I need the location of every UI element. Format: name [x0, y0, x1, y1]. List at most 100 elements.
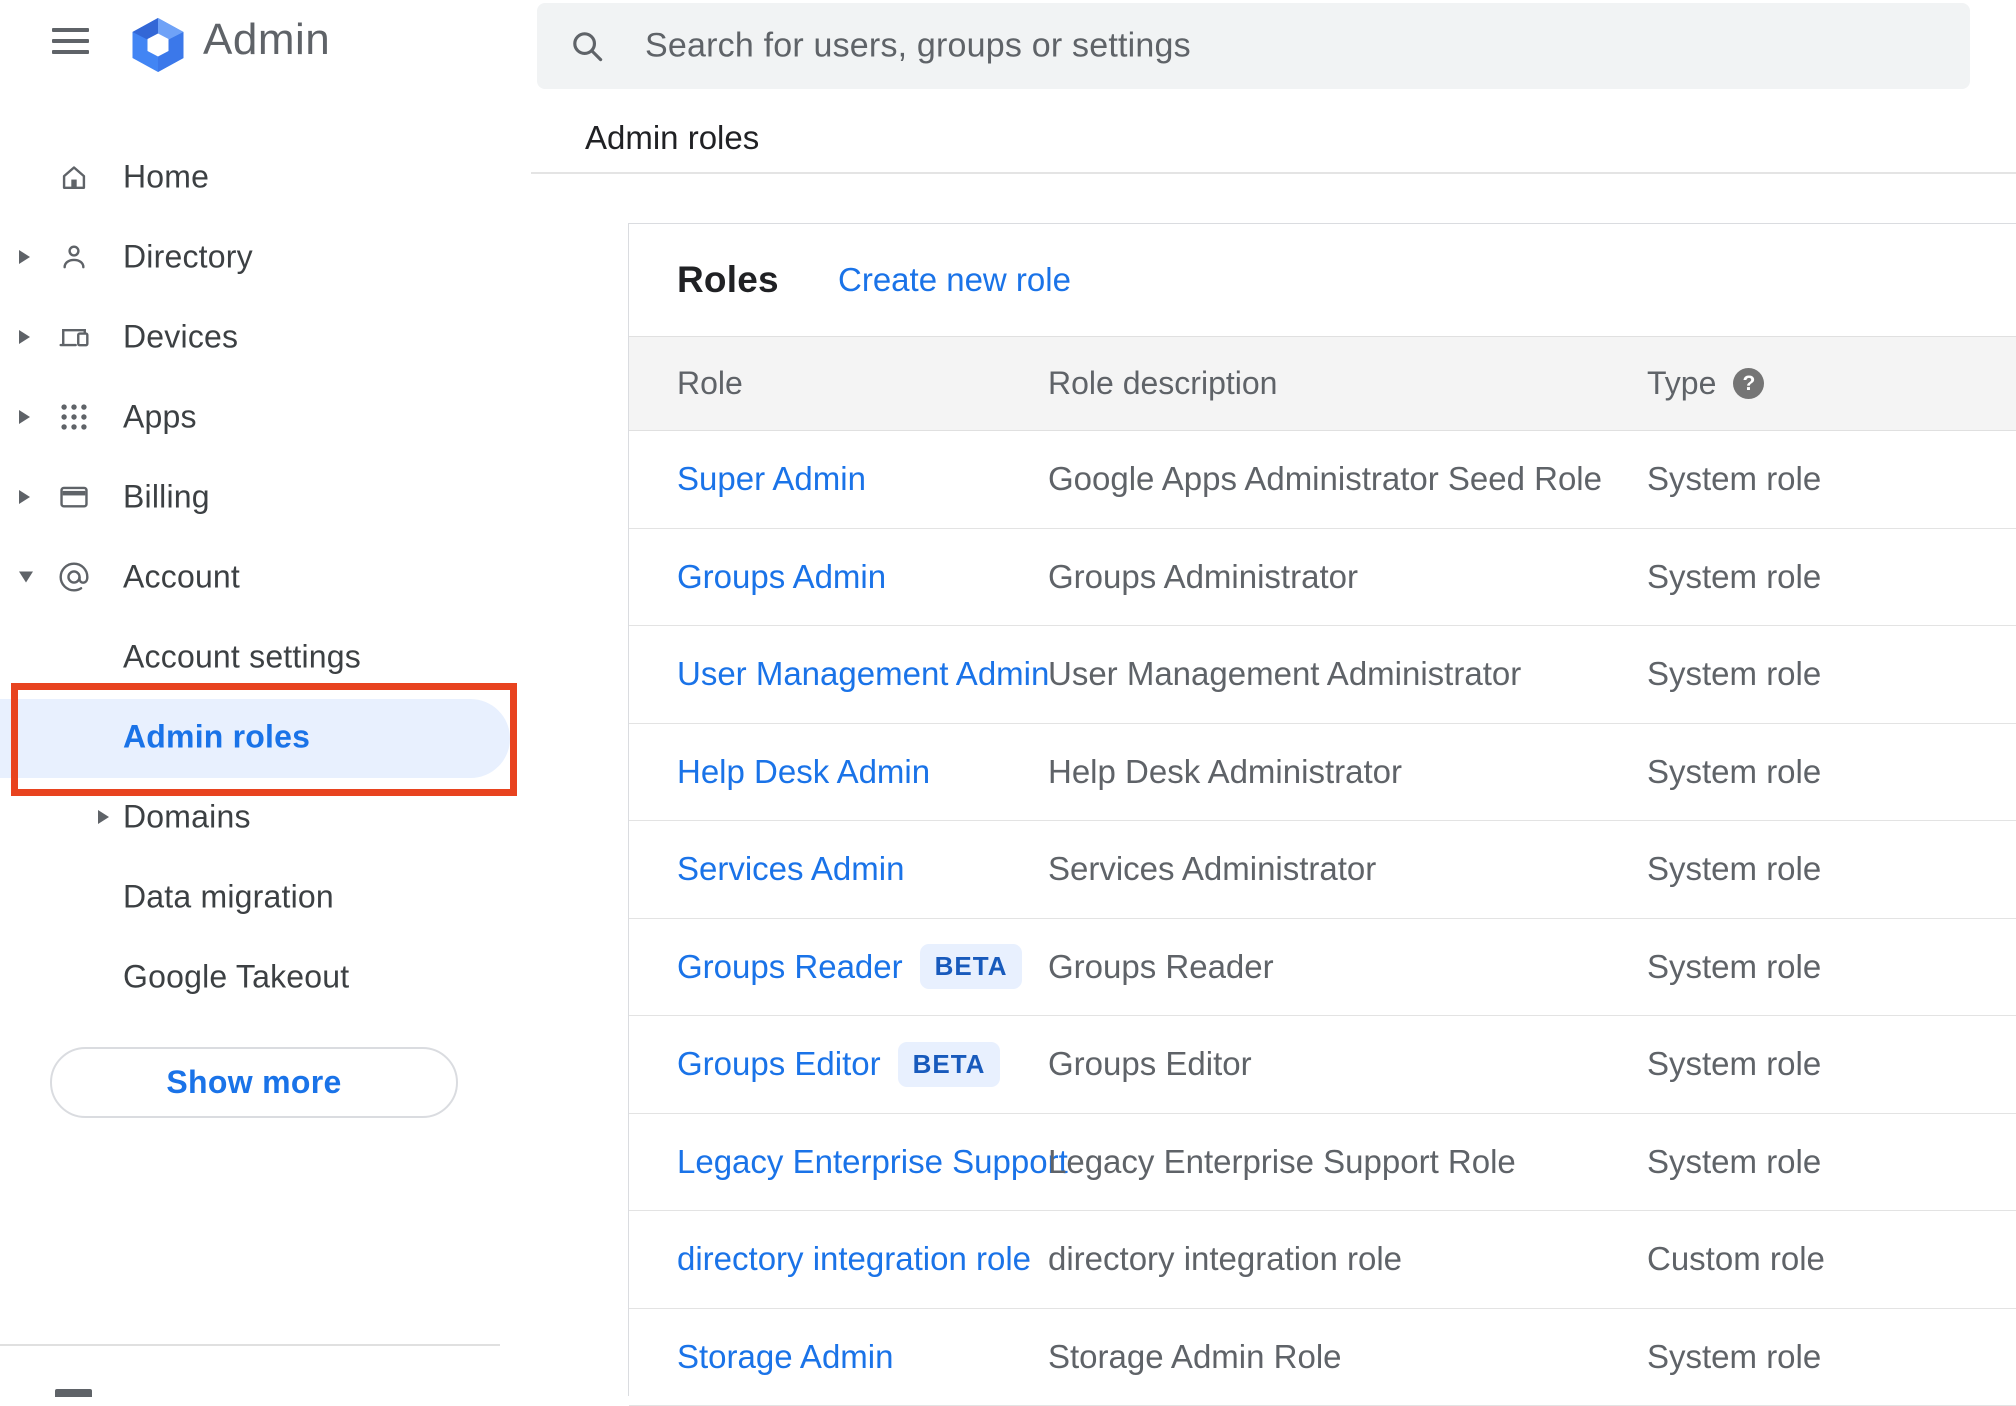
role-link[interactable]: directory integration role	[677, 1240, 1031, 1278]
table-header: Role Role description Type ?	[629, 336, 2016, 431]
menu-icon[interactable]	[52, 28, 89, 54]
sidebar-item-label: Devices	[123, 319, 238, 356]
table-row: directory integration role directory int…	[629, 1211, 2016, 1309]
content-divider	[531, 172, 2016, 174]
sidebar-subitem-label: Domains	[123, 799, 251, 836]
show-more-button[interactable]: Show more	[50, 1047, 458, 1118]
table-row: Groups Admin Groups Administrator System…	[629, 529, 2016, 627]
role-link[interactable]: Services Admin	[677, 850, 904, 888]
role-type: System role	[1647, 724, 1821, 821]
role-description: User Management Administrator	[1048, 626, 1521, 723]
role-description: Legacy Enterprise Support Role	[1048, 1114, 1516, 1211]
sidebar-subitem-label: Data migration	[123, 879, 334, 916]
role-description: Google Apps Administrator Seed Role	[1048, 431, 1602, 528]
role-link[interactable]: Help Desk Admin	[677, 753, 930, 791]
expand-arrow-icon	[19, 490, 30, 504]
role-type: Custom role	[1647, 1211, 1825, 1308]
sidebar-item-label: Account	[123, 559, 240, 596]
role-type: System role	[1647, 919, 1821, 1016]
expand-arrow-icon	[19, 250, 30, 264]
help-icon[interactable]: ?	[1733, 368, 1764, 399]
column-header-type-label: Type	[1647, 365, 1716, 402]
role-link[interactable]: Groups Reader	[677, 948, 903, 986]
at-icon	[57, 560, 91, 594]
sidebar-item-label: Apps	[123, 399, 197, 436]
role-type: System role	[1647, 1016, 1821, 1113]
table-row: Super Admin Google Apps Administrator Se…	[629, 431, 2016, 529]
role-link[interactable]: Super Admin	[677, 460, 866, 498]
role-type: System role	[1647, 1309, 1821, 1406]
devices-icon	[57, 320, 91, 354]
collapse-arrow-icon	[19, 572, 33, 583]
role-link[interactable]: User Management Admin	[677, 655, 1049, 693]
table-row: Services Admin Services Administrator Sy…	[629, 821, 2016, 919]
create-new-role-link[interactable]: Create new role	[838, 261, 1071, 299]
sidebar-item-label: Home	[123, 159, 209, 196]
table-row: User Management Admin User Management Ad…	[629, 626, 2016, 724]
apps-icon	[57, 400, 91, 434]
sidebar-subitem-data-migration[interactable]: Data migration	[0, 857, 531, 937]
sidebar-subitem-admin-roles[interactable]: Admin roles	[0, 697, 531, 777]
card-icon	[57, 480, 91, 514]
sidebar-item-billing[interactable]: Billing	[0, 457, 531, 537]
home-icon	[57, 160, 91, 194]
roles-card: Roles Create new role Role Role descript…	[628, 223, 2016, 1396]
expand-arrow-icon	[98, 810, 109, 824]
card-title: Roles	[677, 259, 779, 301]
column-header-type: Type ?	[1647, 337, 1764, 430]
search-placeholder: Search for users, groups or settings	[645, 27, 1191, 66]
content: Search for users, groups or settings Adm…	[531, 0, 2016, 1396]
role-link[interactable]: Groups Admin	[677, 558, 886, 596]
role-description: directory integration role	[1048, 1211, 1402, 1308]
table-row: Storage Admin Storage Admin Role System …	[629, 1309, 2016, 1406]
expand-arrow-icon	[19, 330, 30, 344]
table-row: Groups Editor BETA Groups Editor System …	[629, 1016, 2016, 1114]
role-type: System role	[1647, 821, 1821, 918]
role-description: Groups Editor	[1048, 1016, 1252, 1113]
role-type: System role	[1647, 529, 1821, 626]
sidebar: Admin Home Directory Devices Apps Billin…	[0, 0, 531, 1396]
sidebar-item-directory[interactable]: Directory	[0, 217, 531, 297]
sidebar-header: Admin	[0, 0, 531, 95]
expand-arrow-icon	[19, 410, 30, 424]
sidebar-subitem-account-settings[interactable]: Account settings	[0, 617, 531, 697]
sidebar-divider	[0, 1344, 500, 1346]
sidebar-subitem-label: Admin roles	[123, 719, 310, 756]
table-row: Help Desk Admin Help Desk Administrator …	[629, 724, 2016, 822]
sidebar-item-account[interactable]: Account	[0, 537, 531, 617]
role-type: System role	[1647, 1114, 1821, 1211]
search-icon	[568, 27, 606, 65]
role-type: System role	[1647, 626, 1821, 723]
sidebar-subitem-label: Google Takeout	[123, 959, 349, 996]
role-description: Storage Admin Role	[1048, 1309, 1342, 1406]
sidebar-item-label: Directory	[123, 239, 253, 276]
role-link[interactable]: Storage Admin	[677, 1338, 893, 1376]
card-header: Roles Create new role	[629, 224, 2016, 336]
role-description: Help Desk Administrator	[1048, 724, 1402, 821]
app-title: Admin	[203, 12, 330, 68]
table-body: Super Admin Google Apps Administrator Se…	[629, 431, 2016, 1406]
column-header-role: Role	[677, 337, 743, 430]
breadcrumb: Admin roles	[585, 118, 759, 158]
role-type: System role	[1647, 431, 1821, 528]
sidebar-nav: Home Directory Devices Apps Billing Acco…	[0, 137, 531, 617]
search-bar[interactable]: Search for users, groups or settings	[537, 3, 1970, 89]
beta-badge: BETA	[920, 944, 1023, 989]
role-description: Groups Reader	[1048, 919, 1274, 1016]
sidebar-item-label: Billing	[123, 479, 210, 516]
google-admin-console: { "app": { "title": "Admin" }, "search":…	[0, 0, 2016, 1396]
sidebar-subitem-domains[interactable]: Domains	[0, 777, 531, 857]
sidebar-item-home[interactable]: Home	[0, 137, 531, 217]
table-row: Groups Reader BETA Groups Reader System …	[629, 919, 2016, 1017]
sidebar-subnav: Account settings Admin roles Domains Dat…	[0, 617, 531, 1017]
sidebar-subitem-label: Account settings	[123, 639, 361, 676]
role-description: Groups Administrator	[1048, 529, 1358, 626]
person-icon	[57, 240, 91, 274]
role-link[interactable]: Legacy Enterprise Support	[677, 1143, 1068, 1181]
admin-logo-icon	[128, 17, 188, 73]
sidebar-subitem-google-takeout[interactable]: Google Takeout	[0, 937, 531, 1017]
sidebar-item-devices[interactable]: Devices	[0, 297, 531, 377]
sidebar-item-apps[interactable]: Apps	[0, 377, 531, 457]
beta-badge: BETA	[898, 1042, 1001, 1087]
role-link[interactable]: Groups Editor	[677, 1045, 881, 1083]
